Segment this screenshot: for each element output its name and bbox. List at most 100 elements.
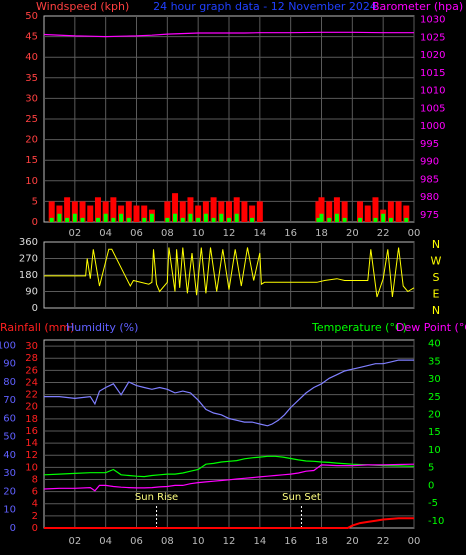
gust-bar <box>57 213 62 222</box>
rain-tick-label: 28 <box>25 353 38 364</box>
x-tick-label: 12 <box>223 536 236 547</box>
gust-bar <box>149 213 154 222</box>
direction-compass-label: N <box>432 304 440 317</box>
y2-tick-label: 990 <box>420 157 439 168</box>
temp-tick-label: -10 <box>428 516 444 527</box>
y-tick-label: 360 <box>19 237 38 248</box>
x-tick-label: 02 <box>68 228 81 239</box>
y2-tick-label: 1010 <box>420 86 445 97</box>
gust-bar <box>334 213 339 222</box>
gust-bar <box>219 213 224 222</box>
temp-tick-label: 35 <box>428 356 441 367</box>
temp-tick-label: 25 <box>428 392 441 403</box>
rain-tick-label: 6 <box>32 487 38 498</box>
gust-bar <box>404 217 409 222</box>
gust-bar <box>196 217 201 222</box>
wind-direction-panel: 090180270360 NWSEN <box>19 237 442 317</box>
x-tick-label: 10 <box>192 228 205 239</box>
temp-tick-label: 5 <box>428 463 434 474</box>
y2-tick-label: 1025 <box>420 32 445 43</box>
gust-bar <box>142 217 147 222</box>
temp-humidity-rain-panel: 0102030405060708090100024681012141618202… <box>0 339 444 547</box>
humidity-tick-label: 50 <box>3 432 16 443</box>
wind-barometer-panel: 0510152025303540455097598098599099510001… <box>25 11 445 239</box>
y2-tick-label: 1000 <box>420 121 445 132</box>
y2-tick-label: 1030 <box>420 15 445 26</box>
rain-tick-label: 18 <box>25 414 38 425</box>
wind-bar <box>364 205 371 222</box>
y2-tick-label: 1005 <box>420 103 445 114</box>
rain-tick-label: 8 <box>32 474 38 485</box>
humidity-tick-label: 90 <box>3 359 16 370</box>
x-tick-label: 06 <box>130 536 143 547</box>
temp-tick-label: 10 <box>428 445 441 456</box>
gust-bar <box>327 217 332 222</box>
y-tick-label: 0 <box>32 217 38 228</box>
wind-bar <box>241 201 248 222</box>
rain-tick-label: 24 <box>25 377 38 388</box>
rain-tick-label: 2 <box>32 511 38 522</box>
y2-tick-label: 1020 <box>420 50 445 61</box>
temp-tick-label: 0 <box>428 480 434 491</box>
y-tick-label: 270 <box>19 254 38 265</box>
temp-tick-label: 20 <box>428 409 441 420</box>
x-tick-label: 20 <box>346 228 359 239</box>
dewpoint-axis-title: Dew Point (°C) <box>396 321 466 334</box>
rain-tick-label: 14 <box>25 438 38 449</box>
wind-bar <box>87 205 94 222</box>
gust-bar <box>358 217 363 222</box>
gust-bar <box>95 217 100 222</box>
rain-tick-label: 4 <box>32 499 38 510</box>
x-tick-label: 08 <box>161 536 174 547</box>
humidity-tick-label: 0 <box>10 523 16 534</box>
gust-bar <box>165 217 170 222</box>
temp-tick-label: 15 <box>428 427 441 438</box>
y-tick-label: 10 <box>25 176 38 187</box>
humidity-tick-label: 30 <box>3 468 16 479</box>
x-tick-label: 00 <box>408 536 421 547</box>
y-tick-label: 30 <box>25 93 38 104</box>
gust-bar <box>49 217 54 222</box>
y2-tick-label: 1015 <box>420 68 445 79</box>
sun-annotation: Sun Set <box>282 492 321 503</box>
humidity-tick-label: 80 <box>3 377 16 388</box>
y2-tick-label: 975 <box>420 210 439 221</box>
humidity-tick-label: 20 <box>3 486 16 497</box>
wind-bar <box>133 205 140 222</box>
y-tick-label: 35 <box>25 73 38 84</box>
y-tick-label: 45 <box>25 32 38 43</box>
y-tick-label: 50 <box>25 11 38 22</box>
x-tick-label: 04 <box>99 536 112 547</box>
y-tick-label: 90 <box>25 287 38 298</box>
weather-graph: Windspeed (kph) 24 hour graph data - 12 … <box>0 0 466 547</box>
x-tick-label: 06 <box>130 228 143 239</box>
rain-tick-label: 16 <box>25 426 38 437</box>
humidity-tick-label: 70 <box>3 395 16 406</box>
y-tick-label: 20 <box>25 135 38 146</box>
sun-annotation: Sun Rise <box>135 492 178 503</box>
barometer-axis-title: Barometer (hpa) <box>372 0 463 13</box>
gust-bar <box>342 217 347 222</box>
x-tick-label: 12 <box>223 228 236 239</box>
y-tick-label: 25 <box>25 114 38 125</box>
x-tick-label: 18 <box>315 228 328 239</box>
temp-tick-label: 30 <box>428 374 441 385</box>
x-tick-label: 00 <box>408 228 421 239</box>
x-tick-label: 14 <box>253 536 266 547</box>
rain-tick-label: 22 <box>25 390 38 401</box>
humidity-axis-title: Humidity (%) <box>66 321 138 334</box>
humidity-tick-label: 100 <box>0 340 16 351</box>
gust-bar <box>126 217 131 222</box>
x-tick-label: 20 <box>346 536 359 547</box>
gust-bar <box>319 213 324 222</box>
direction-compass-label: E <box>433 287 440 300</box>
rain-tick-label: 0 <box>32 523 38 534</box>
direction-compass-label: W <box>431 254 442 267</box>
gust-bar <box>65 217 70 222</box>
gust-bar <box>234 213 239 222</box>
chart-title: 24 hour graph data - 12 November 2024 <box>153 0 377 13</box>
direction-compass-label: S <box>433 271 440 284</box>
gust-bar <box>388 217 393 222</box>
gust-bar <box>203 213 208 222</box>
wind-bar <box>256 201 263 222</box>
